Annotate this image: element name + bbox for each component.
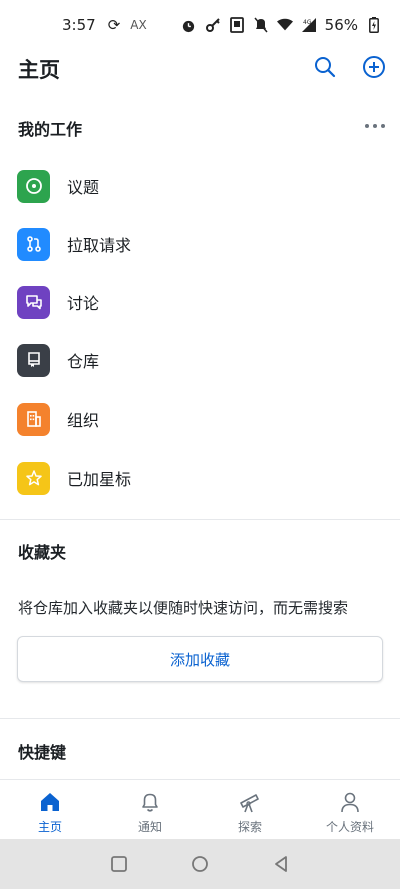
- nfc-icon: [229, 17, 245, 33]
- my-work-title: 我的工作: [18, 120, 83, 139]
- nav-label: 通知: [137, 820, 162, 834]
- create-button[interactable]: [361, 54, 387, 80]
- favorites-title: 收藏夹: [18, 543, 67, 562]
- bell-icon: [138, 790, 162, 814]
- more-options-button[interactable]: [361, 118, 389, 134]
- work-item-pull-requests[interactable]: 拉取请求: [0, 215, 400, 273]
- status-icons: 4G 56%: [181, 16, 382, 34]
- repository-icon: [17, 343, 50, 377]
- alarm-icon: [181, 17, 197, 33]
- back-button[interactable]: [271, 854, 291, 874]
- discussion-icon: [17, 285, 50, 319]
- circle-icon: [192, 856, 208, 872]
- work-item-issues[interactable]: 议题: [0, 157, 400, 215]
- status-time: 3:57: [62, 16, 96, 34]
- organization-icon: [17, 402, 50, 436]
- bottom-navigation: 主页 通知 探索 个人资料: [0, 779, 400, 839]
- star-icon: [17, 461, 50, 495]
- section-divider: [0, 718, 400, 719]
- wifi-icon: [276, 17, 293, 33]
- more-dot-icon: [381, 124, 385, 128]
- nav-label: 个人资料: [325, 820, 374, 834]
- work-item-label: 拉取请求: [67, 236, 132, 255]
- home-icon: [38, 790, 62, 814]
- battery-percentage: 56%: [324, 16, 358, 34]
- recent-apps-button[interactable]: [109, 854, 129, 874]
- section-divider: [0, 519, 400, 520]
- bell-off-icon: [253, 17, 269, 33]
- sync-icon: ⟳: [107, 16, 121, 34]
- add-favorite-button[interactable]: 添加收藏: [17, 636, 383, 682]
- status-indicator: AX: [130, 18, 147, 32]
- plus-circle-icon: [363, 56, 385, 78]
- nav-label: 探索: [237, 820, 262, 834]
- back-triangle-icon: [275, 856, 287, 872]
- telescope-icon: [238, 790, 262, 814]
- nav-label: 主页: [37, 820, 62, 834]
- signal-icon: 4G: [301, 17, 317, 33]
- network-label: 4G: [303, 19, 312, 26]
- work-item-label: 讨论: [67, 294, 100, 313]
- more-dot-icon: [373, 124, 377, 128]
- search-icon: [315, 57, 336, 78]
- work-item-starred[interactable]: 已加星标: [0, 449, 400, 507]
- nav-home[interactable]: 主页: [0, 780, 100, 839]
- work-item-organizations[interactable]: 组织: [0, 390, 400, 448]
- pull-request-icon: [17, 227, 50, 261]
- work-item-label: 议题: [67, 178, 100, 197]
- nav-profile[interactable]: 个人资料: [300, 780, 400, 839]
- favorites-description: 将仓库加入收藏夹以便随时快速访问，而无需搜索: [18, 599, 349, 617]
- work-item-label: 组织: [67, 411, 100, 430]
- issue-icon: [17, 169, 50, 203]
- status-bar: 3:57 ⟳ AX 4G 56%: [0, 0, 400, 50]
- home-system-button[interactable]: [190, 854, 210, 874]
- work-item-label: 已加星标: [67, 470, 132, 489]
- square-icon: [111, 856, 127, 872]
- app-bar: 主页: [0, 50, 400, 88]
- key-icon: [205, 17, 221, 33]
- search-button[interactable]: [312, 54, 338, 80]
- nav-explore[interactable]: 探索: [200, 780, 300, 839]
- page-title: 主页: [18, 58, 60, 82]
- system-navigation-bar: [0, 839, 400, 889]
- person-icon: [338, 790, 362, 814]
- nav-notifications[interactable]: 通知: [100, 780, 200, 839]
- more-dot-icon: [365, 124, 369, 128]
- work-item-label: 仓库: [67, 352, 100, 371]
- work-item-discussions[interactable]: 讨论: [0, 273, 400, 331]
- battery-icon: [366, 17, 382, 33]
- shortcuts-title: 快捷键: [18, 743, 67, 762]
- work-item-repositories[interactable]: 仓库: [0, 331, 400, 389]
